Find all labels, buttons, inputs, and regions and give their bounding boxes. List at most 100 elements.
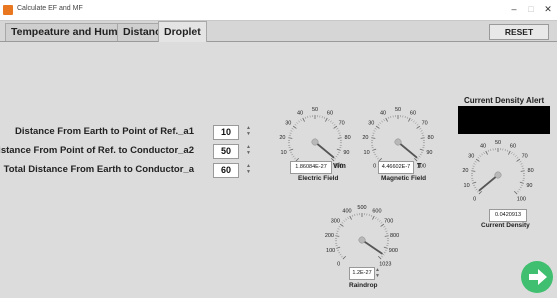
electric-tick-mark <box>291 128 294 130</box>
raindrop-tick-label: 900 <box>389 248 398 254</box>
magnetic-tick-mark <box>372 132 375 134</box>
magnetic-tick-mark <box>375 125 380 129</box>
electric-tick-label: 20 <box>279 135 285 141</box>
raindrop-tick-mark <box>343 220 346 222</box>
raindrop-tick-mark <box>385 230 388 232</box>
electric-tick-mark <box>338 132 341 134</box>
electric-tick-mark <box>298 120 300 123</box>
magnetic-tick-mark <box>416 123 419 126</box>
magnetic-tick-mark <box>377 157 379 160</box>
current-density-readout: 0.0420913 <box>489 209 527 222</box>
magnetic-tick-mark <box>413 120 415 123</box>
magnetic-tick-mark <box>383 119 385 121</box>
raindrop-tick-mark <box>375 217 377 219</box>
current-tick-mark <box>483 152 485 154</box>
raindrop-tick-mark <box>341 221 344 224</box>
magnetic-needle-hub <box>394 138 402 146</box>
magnetic-tick-mark <box>387 116 389 119</box>
raindrop-tick-label: 1023 <box>379 261 391 267</box>
magnetic-tick-mark <box>377 123 380 126</box>
raindrop-tick-label: 800 <box>390 233 399 239</box>
current-tick-mark <box>481 153 483 156</box>
electric-tick-label: 50 <box>312 107 318 113</box>
electric-tick-mark <box>289 132 292 134</box>
electric-field-readout: 1.86084E-27 <box>290 161 332 174</box>
electric-tick-mark <box>337 151 340 153</box>
current-tick-label: 10 <box>464 183 470 189</box>
magnetic-tick-mark <box>421 132 424 134</box>
electric-tick-mark <box>324 116 326 119</box>
magnetic-tick-label: 50 <box>395 107 401 113</box>
current-gauge-dial: 0 10 20 30 40 50 60 70 80 90 100 <box>462 140 533 202</box>
current-tick-mark <box>490 149 492 152</box>
magnetic-tick-mark <box>374 153 377 156</box>
current-tick-mark <box>504 149 506 152</box>
raindrop-tick-mark <box>381 255 383 258</box>
current-tick-mark <box>511 152 513 154</box>
electric-tick-mark <box>334 157 336 160</box>
magnetic-tick-mark <box>414 122 417 124</box>
electric-field-label: Electric Field <box>298 175 339 182</box>
current-tick-mark <box>473 163 476 165</box>
current-density-alert-title: Current Density Alert <box>464 96 545 105</box>
raindrop-tick-mark <box>342 255 347 260</box>
electric-tick-mark <box>300 119 302 121</box>
current-tick-label: 80 <box>528 168 534 174</box>
current-tick-mark <box>473 184 476 186</box>
current-tick-mark <box>516 158 521 162</box>
magnetic-tick-label: 70 <box>422 121 428 127</box>
electric-tick-mark <box>289 148 294 151</box>
magnetic-tick-mark <box>379 122 382 124</box>
current-tick-label: 60 <box>510 144 516 150</box>
current-tick-mark <box>508 150 511 155</box>
electric-tick-mark <box>296 122 299 124</box>
electric-tick-label: 40 <box>297 111 303 117</box>
magnetic-field-unit: T <box>417 163 422 170</box>
electric-tick-mark <box>328 119 330 121</box>
raindrop-stepper[interactable]: ▲ ▼ <box>375 267 380 279</box>
electric-tick-label: 70 <box>339 121 345 127</box>
raindrop-tick-mark <box>382 253 385 256</box>
electric-tick-mark <box>304 116 306 119</box>
magnetic-tick-mark <box>418 155 421 158</box>
electric-tick-mark <box>294 123 297 126</box>
magnetic-tick-mark <box>419 153 422 156</box>
current-tick-mark <box>514 155 517 157</box>
raindrop-tick-mark <box>345 218 347 221</box>
raindrop-tick-mark <box>371 214 373 217</box>
electric-tick-mark <box>336 153 339 156</box>
magnetic-tick-mark <box>385 117 388 122</box>
raindrop-tick-mark <box>383 246 388 249</box>
current-tick-mark <box>520 184 523 186</box>
raindrop-tick-mark <box>384 249 387 251</box>
current-tick-mark <box>478 190 483 195</box>
electric-tick-mark <box>333 123 336 126</box>
magnetic-tick-mark <box>373 151 376 153</box>
raindrop-tick-label: 300 <box>331 219 340 225</box>
current-tick-mark <box>487 149 489 152</box>
electric-tick-mark <box>325 117 328 122</box>
raindrop-tick-label: 0 <box>337 261 340 267</box>
electric-tick-mark <box>302 117 305 122</box>
current-tick-label: 20 <box>462 168 468 174</box>
current-tick-mark <box>485 150 488 155</box>
raindrop-tick-label: 200 <box>325 233 334 239</box>
current-tick-mark <box>474 161 477 163</box>
raindrop-tick-mark <box>377 218 379 221</box>
magnetic-tick-mark <box>407 116 409 119</box>
current-tick-label: 100 <box>517 196 526 202</box>
raindrop-tick-label: 600 <box>372 209 381 215</box>
electric-tick-mark <box>335 155 338 158</box>
current-tick-mark <box>513 190 518 195</box>
current-tick-mark <box>520 163 523 165</box>
raindrop-tick-mark <box>384 235 389 237</box>
current-tick-mark <box>479 155 482 157</box>
magnetic-gauge-dial: 0102030405060708090100 <box>362 107 433 169</box>
current-tick-mark <box>517 190 519 193</box>
raindrop-readout: 1.2E-27 <box>349 267 375 280</box>
current-tick-mark <box>519 161 522 163</box>
magnetic-tick-mark <box>420 137 425 139</box>
raindrop-needle-hub <box>358 236 366 244</box>
electric-tick-mark <box>294 157 296 160</box>
next-button[interactable] <box>521 261 553 293</box>
